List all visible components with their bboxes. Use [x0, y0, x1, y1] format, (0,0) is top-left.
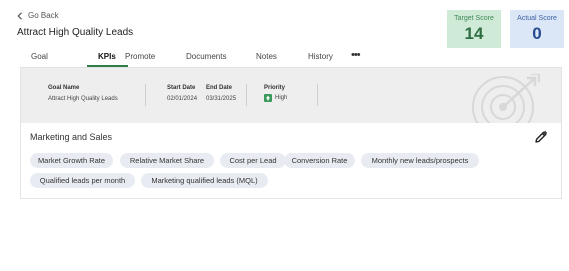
- start-date-field: Start Date 02/01/2024: [167, 85, 197, 102]
- goal-info-bar: Goal Name Attract High Quality Leads Sta…: [21, 68, 561, 123]
- goal-name-value: Attract High Quality Leads: [48, 96, 118, 102]
- kpi-chip[interactable]: Conversion Rate: [284, 153, 355, 168]
- tab-bar: Goal KPIs Promote Documents Notes Histor…: [20, 49, 562, 67]
- kpi-chip[interactable]: Relative Market Share: [120, 153, 214, 168]
- tab-history[interactable]: History: [308, 52, 333, 61]
- go-back-link[interactable]: Go Back: [17, 11, 59, 20]
- goal-name-field: Goal Name Attract High Quality Leads: [48, 85, 118, 102]
- goal-name-label: Goal Name: [48, 85, 80, 91]
- target-score-card: Target Score 14: [447, 10, 501, 48]
- go-back-label: Go Back: [28, 11, 59, 20]
- actual-score-value: 0: [532, 24, 542, 43]
- start-date-label: Start Date: [167, 85, 196, 91]
- chevron-left-icon: [17, 11, 22, 20]
- priority-badge: High: [264, 94, 287, 102]
- tab-notes[interactable]: Notes: [256, 52, 277, 61]
- end-date-label: End Date: [206, 85, 233, 91]
- end-date-field: End Date 03/31/2025: [206, 85, 236, 102]
- kpi-chip[interactable]: Monthly new leads/prospects: [361, 153, 479, 168]
- actual-score-card: Actual Score 0: [510, 10, 564, 48]
- tab-promote[interactable]: Promote: [125, 52, 155, 61]
- divider: [246, 84, 247, 106]
- tab-documents[interactable]: Documents: [186, 52, 226, 61]
- actual-score-label: Actual Score: [517, 15, 557, 22]
- tab-kpis[interactable]: KPIs: [98, 52, 116, 61]
- start-date-value: 02/01/2024: [167, 96, 198, 102]
- page-title: Attract High Quality Leads: [17, 27, 134, 38]
- end-date-value: 03/31/2025: [206, 96, 237, 102]
- kpi-panel: Goal Name Attract High Quality Leads Sta…: [20, 67, 562, 199]
- kpi-chip[interactable]: Marketing qualified leads (MQL): [141, 173, 268, 188]
- tab-goal[interactable]: Goal: [31, 52, 48, 61]
- divider: [317, 84, 318, 106]
- priority-value: High: [275, 95, 288, 101]
- target-icon: [472, 74, 540, 123]
- divider: [145, 84, 146, 106]
- target-score-value: 14: [464, 24, 484, 43]
- priority-label: Priority: [264, 85, 286, 91]
- kpi-chip[interactable]: Market Growth Rate: [30, 153, 113, 168]
- kpi-chip[interactable]: Qualified leads per month: [30, 173, 135, 188]
- more-horizontal-icon[interactable]: •••: [351, 49, 361, 61]
- arrow-up-icon: [264, 94, 272, 102]
- target-score-label: Target Score: [454, 15, 494, 22]
- kpi-chip[interactable]: Cost per Lead: [220, 153, 286, 168]
- pencil-icon[interactable]: [534, 130, 548, 144]
- kpi-section-title: Marketing and Sales: [30, 132, 113, 142]
- priority-field: Priority High: [264, 85, 287, 102]
